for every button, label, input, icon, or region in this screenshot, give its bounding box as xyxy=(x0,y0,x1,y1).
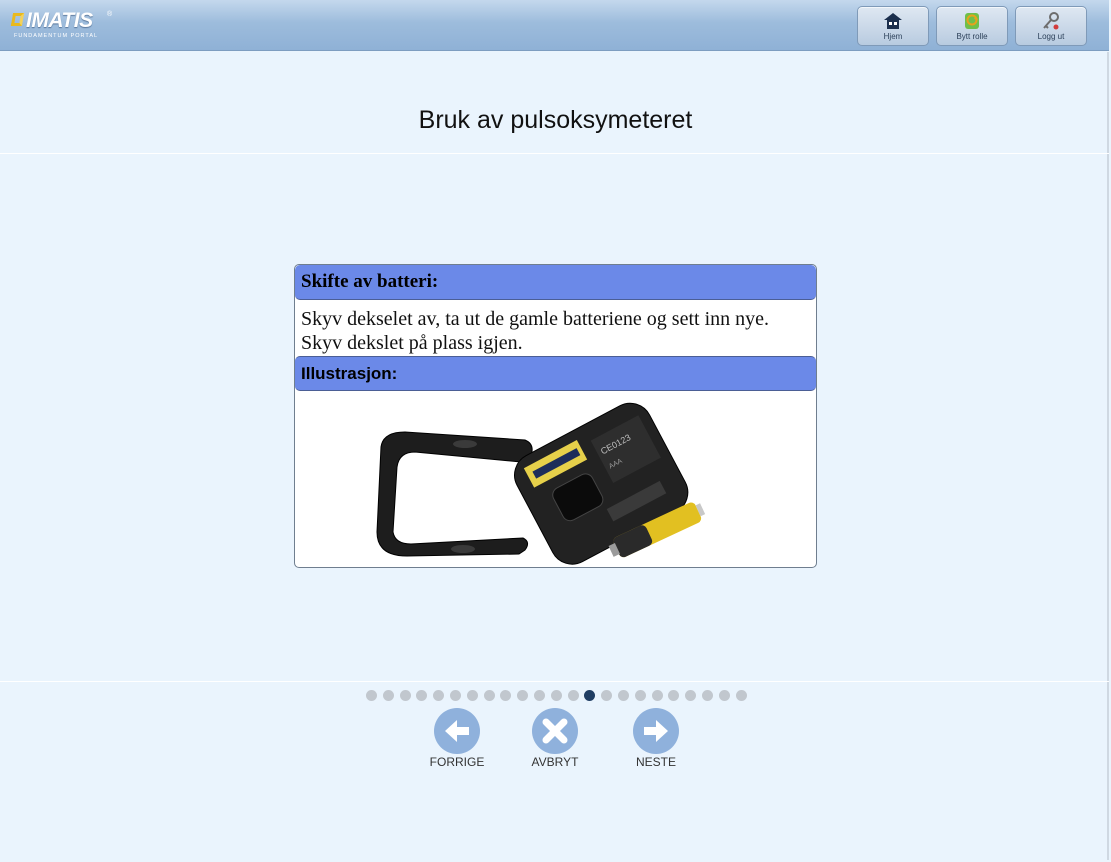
step-dot[interactable] xyxy=(668,690,680,701)
step-dot[interactable] xyxy=(735,690,747,701)
step-dot[interactable] xyxy=(433,690,445,701)
card-text-line-2: Skyv dekslet på plass igjen. xyxy=(301,332,523,354)
cancel-circle[interactable] xyxy=(532,708,578,754)
step-dot[interactable] xyxy=(718,690,730,701)
logo-name: IMATIS xyxy=(26,9,93,32)
switch-role-button[interactable]: Bytt rolle xyxy=(936,6,1008,46)
step-dot[interactable] xyxy=(550,690,562,701)
next-circle[interactable] xyxy=(633,708,679,754)
instruction-card: Skifte av batteri: Skyv dekselet av, ta … xyxy=(294,264,817,568)
scrollbar[interactable] xyxy=(1107,52,1109,860)
logo-registered-mark: ® xyxy=(107,11,113,18)
step-dot[interactable] xyxy=(450,690,461,701)
step-dot[interactable] xyxy=(618,690,629,701)
next-button[interactable]: NESTE xyxy=(621,708,691,769)
step-dot[interactable] xyxy=(366,690,377,701)
step-dot[interactable] xyxy=(601,690,613,701)
cancel-button[interactable]: AVBRYT xyxy=(520,708,590,769)
home-button[interactable]: Hjem xyxy=(857,6,929,46)
step-dot[interactable] xyxy=(517,690,529,701)
logo-mark-icon xyxy=(10,13,25,26)
arrow-right-icon xyxy=(644,720,668,742)
step-dot[interactable] xyxy=(634,690,646,701)
card-heading-bar: Skifte av batteri: xyxy=(295,265,816,300)
step-dot[interactable] xyxy=(651,690,663,701)
arrow-left-icon xyxy=(445,720,469,742)
previous-button[interactable]: FORRIGE xyxy=(422,708,492,769)
step-dot[interactable] xyxy=(500,690,512,701)
cancel-label: AVBRYT xyxy=(531,755,579,769)
illustration-heading-bar: Illustrasjon: xyxy=(295,356,816,391)
step-dot[interactable] xyxy=(382,690,394,701)
pulse-oximeter-battery-photo: CE0123 AAA xyxy=(376,402,706,565)
imatis-logo: IMATIS ® FUNDAMENTUM PORTAL xyxy=(10,9,122,43)
top-bar: IMATIS ® FUNDAMENTUM PORTAL Hjem Bytt ro… xyxy=(0,0,1109,51)
step-dot[interactable] xyxy=(685,690,697,701)
card-heading: Skifte av batteri: xyxy=(301,271,439,292)
close-icon xyxy=(542,718,568,744)
step-dot[interactable] xyxy=(483,690,495,701)
logout-button[interactable]: Logg ut xyxy=(1015,6,1087,46)
illustration-heading: Illustrasjon: xyxy=(301,364,398,383)
title-bar xyxy=(0,52,1109,154)
step-dot[interactable] xyxy=(466,690,478,701)
logout-label: Logg ut xyxy=(1037,32,1065,41)
step-dot[interactable] xyxy=(416,690,428,701)
step-dot[interactable] xyxy=(567,690,579,701)
bottom-separator xyxy=(0,681,1109,682)
previous-circle[interactable] xyxy=(434,708,480,754)
card-text-line-1: Skyv dekselet av, ta ut de gamle batteri… xyxy=(301,308,770,330)
step-dot-active[interactable] xyxy=(584,690,596,701)
logo-tagline: FUNDAMENTUM PORTAL xyxy=(14,33,99,39)
page-title: Bruk av pulsoksymeteret xyxy=(418,106,693,134)
switch-role-icon xyxy=(965,13,979,29)
previous-label: FORRIGE xyxy=(429,755,485,769)
next-label: NESTE xyxy=(635,755,676,769)
step-dot[interactable] xyxy=(702,690,713,701)
step-dot[interactable] xyxy=(534,690,545,701)
logout-key-icon xyxy=(1043,12,1059,30)
home-icon xyxy=(884,13,902,29)
card-text: Skyv dekselet av, ta ut de gamle batteri… xyxy=(301,307,811,355)
switch-role-label: Bytt rolle xyxy=(956,32,988,41)
home-button-label: Hjem xyxy=(883,32,903,41)
step-dot[interactable] xyxy=(399,690,411,701)
